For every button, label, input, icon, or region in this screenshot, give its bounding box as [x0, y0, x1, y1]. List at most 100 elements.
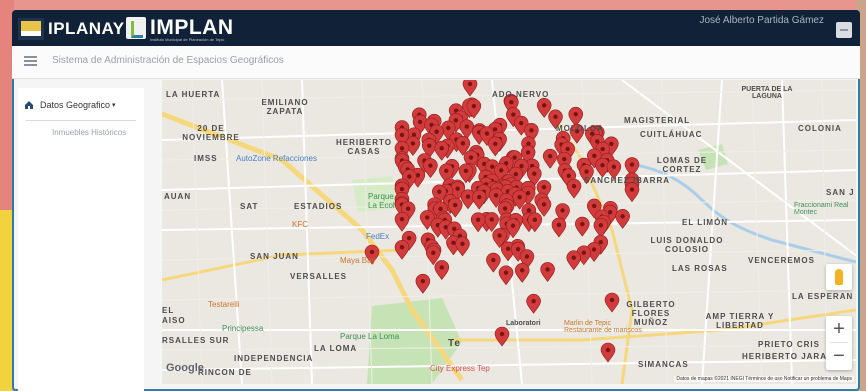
map-marker-dot — [512, 155, 517, 160]
chevron-down-icon: ▾ — [112, 102, 116, 109]
map-label-el-limon: EL LIMÓN — [682, 218, 729, 227]
zoom-in-button[interactable]: + — [826, 316, 852, 342]
map-marker-dot — [609, 297, 615, 303]
map-marker[interactable] — [486, 252, 501, 273]
map-marker-dot — [609, 141, 614, 147]
map-label-tepic: Te — [448, 338, 461, 349]
map-marker-dot — [399, 186, 405, 192]
map-marker[interactable] — [488, 136, 503, 157]
map-marker-dot — [499, 168, 504, 173]
map-marker-dot — [503, 270, 509, 275]
map-marker-dot — [591, 247, 597, 252]
map-label-principessa: Principessa — [222, 324, 264, 333]
map-label-venceremos: VENCEREMOS — [748, 256, 815, 265]
map-label-versalles: VERSALLES — [290, 272, 348, 281]
zoom-out-button[interactable]: − — [826, 343, 852, 369]
map-marker-dot — [629, 162, 635, 167]
map-marker-dot — [545, 267, 550, 272]
sidebar-group-datos-geografico[interactable]: Datos Geografico ▾ — [24, 100, 116, 110]
map-marker[interactable] — [540, 262, 555, 282]
map-marker[interactable] — [536, 197, 552, 217]
hamburger-menu-icon[interactable] — [24, 56, 37, 66]
map-marker[interactable] — [434, 260, 450, 280]
map-marker-dot — [541, 202, 547, 207]
map-marker-dot — [428, 163, 433, 168]
map-marker-dot — [562, 156, 567, 162]
map-label-colonia: COLONIA — [798, 124, 842, 133]
map-marker-dot — [437, 189, 442, 195]
map-marker[interactable] — [494, 326, 510, 347]
map-label-imss: IMSS — [194, 154, 218, 163]
map-marker[interactable] — [566, 178, 582, 199]
map-marker-dot — [581, 250, 587, 255]
sidebar-item-inmuebles-historicos[interactable]: Inmuebles Históricos — [52, 128, 126, 137]
map-view[interactable]: LA HUERTA EMILIANO ZAPATA 20 DE NOVIEMBR… — [162, 80, 856, 384]
map-marker-dot — [497, 233, 502, 238]
map-marker[interactable] — [526, 293, 541, 314]
map-marker-dot — [405, 206, 411, 211]
map-marker-dot — [620, 214, 625, 219]
map-marker-dot — [451, 240, 456, 246]
map-label-prieto-cris: PRIETO CRIS — [758, 340, 820, 349]
map-marker-dot — [453, 202, 458, 208]
map-marker[interactable] — [455, 236, 470, 257]
map-marker[interactable] — [551, 217, 567, 238]
map-marker[interactable] — [593, 217, 609, 238]
app-header: IPLANAY IMPLAN Instituto Municipal de Pl… — [12, 10, 860, 46]
brand-subtitle: Instituto Municipal de Planeación de Tep… — [150, 37, 225, 42]
map-marker[interactable] — [566, 250, 582, 271]
system-title: Sistema de Administración de Espacios Ge… — [52, 55, 284, 66]
map-marker-dot — [471, 103, 477, 109]
map-marker-dot — [446, 125, 451, 131]
map-marker-dot — [444, 168, 449, 174]
map-label-auan: AUAN — [164, 192, 192, 201]
map-label-kfc: KFC — [292, 220, 308, 229]
map-marker-dot — [460, 241, 465, 247]
map-marker-dot — [541, 185, 547, 190]
implan-logo-icon — [126, 17, 146, 39]
map-marker-dot — [524, 254, 530, 259]
map-marker-dot — [580, 221, 585, 227]
map-marker[interactable] — [415, 273, 431, 294]
map-marker-dot — [519, 163, 524, 169]
map-marker-dot — [629, 187, 635, 192]
map-marker[interactable] — [394, 211, 410, 232]
map-marker-dot — [531, 299, 536, 304]
map-marker-dot — [464, 124, 469, 129]
map-marker-dot — [434, 129, 439, 134]
map-marker[interactable] — [471, 189, 487, 210]
map-label-heriberto-casas: HERIBERTO CASAS — [336, 138, 392, 156]
map-marker[interactable] — [624, 182, 640, 203]
map-marker[interactable] — [542, 148, 558, 169]
map-marker-dot — [468, 155, 474, 160]
app-window: IPLANAY IMPLAN Instituto Municipal de Pl… — [12, 10, 860, 391]
sidebar-divider — [26, 120, 136, 121]
map-marker-dot — [399, 216, 405, 222]
sidebar-group-label: Datos Geografico — [40, 100, 111, 110]
user-name[interactable]: José Alberto Partida Gámez — [699, 15, 824, 26]
map-marker-dot — [475, 217, 481, 222]
map-label-aiso: AISO — [162, 316, 186, 325]
map-label-san-juan: SAN JUAN — [250, 252, 299, 261]
map-marker-dot — [407, 174, 412, 179]
map-marker-dot — [417, 119, 423, 125]
map-label-city-express: City Express Tep — [430, 364, 490, 373]
street-view-pegman-icon[interactable] — [826, 264, 852, 290]
map-marker[interactable] — [447, 197, 463, 218]
map-label-cuitlahuac: CUITLÁHUAC — [640, 130, 703, 139]
map-marker[interactable] — [600, 342, 616, 363]
map-marker-dot — [573, 112, 578, 117]
map-attribution[interactable]: Datos de mapas ©2021 INEGI Términos de u… — [674, 376, 854, 382]
map-marker-dot — [439, 146, 444, 151]
map-label-sanchez-ibarra: SANCHEZ IBARRA — [584, 176, 670, 185]
map-marker[interactable] — [470, 212, 486, 233]
map-marker-dot — [453, 118, 459, 123]
map-marker-dot — [463, 168, 469, 174]
map-label-fraccionamiento: Fraccionami Real Montec — [794, 202, 849, 216]
map-marker-dot — [611, 164, 617, 170]
map-marker-dot — [399, 132, 405, 138]
map-marker[interactable] — [514, 263, 530, 283]
map-marker-dot — [510, 223, 516, 228]
user-menu-button[interactable] — [836, 22, 852, 38]
map-marker[interactable] — [615, 209, 630, 229]
